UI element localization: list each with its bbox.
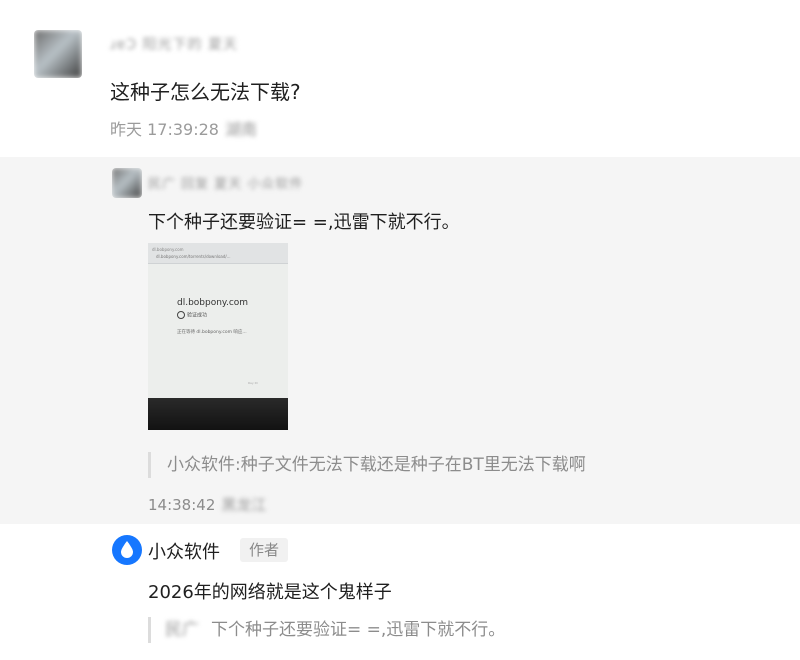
reply-location: 黑龙江	[221, 496, 267, 514]
comment-text: 这种子怎么无法下载?	[110, 80, 301, 104]
quote-author: 民广	[165, 620, 199, 640]
reply-image[interactable]: dl.bobpony.com dl.bobpony.com/torrents/d…	[148, 243, 288, 430]
photo-screen: dl.bobpony.com dl.bobpony.com/torrents/d…	[148, 243, 288, 398]
photo-browser-bar: dl.bobpony.com dl.bobpony.com/torrents/d…	[148, 243, 288, 264]
photo-check: 验证成功	[177, 311, 207, 319]
reply-meta: 14:38:42 黑龙江	[148, 494, 266, 515]
water-drop-icon	[121, 541, 133, 558]
photo-domain: dl.bobpony.com	[177, 298, 249, 308]
check-circle-icon	[177, 311, 185, 319]
author-reply-quote: 民广 下个种子还要验证= =,迅雷下就不行。	[148, 617, 505, 643]
quote-text: 下个种子还要验证= =,迅雷下就不行。	[211, 620, 506, 640]
reply-quote: 小众软件:种子文件无法下载还是种子在BT里无法下载啊	[148, 452, 586, 478]
reply-author-name[interactable]: 民广 回复 夏天 小众软件	[148, 173, 303, 192]
author-name[interactable]: 小众软件	[148, 538, 220, 564]
photo-url: dl.bobpony.com/torrents/download/...	[156, 254, 231, 259]
reply-avatar[interactable]	[112, 168, 142, 198]
author-reply-text: 2026年的网络就是这个鬼样子	[148, 582, 392, 603]
photo-description: 正在等待 dl.bobpony.com 响应...	[177, 330, 247, 335]
comment-time: 昨天 17:39:28	[110, 120, 219, 139]
reply-time: 14:38:42	[148, 496, 216, 514]
photo-check-label: 验证成功	[187, 312, 208, 319]
reply-text: 下个种子还要验证= =,迅雷下就不行。	[148, 212, 460, 233]
author-badge: 作者	[240, 538, 289, 562]
photo-footer: Ray ID	[248, 381, 258, 385]
author-avatar[interactable]	[112, 535, 142, 565]
photo-tab-title: dl.bobpony.com	[152, 247, 184, 252]
avatar[interactable]	[34, 30, 82, 78]
comment-location: 湖南	[224, 120, 257, 139]
photo-desk	[148, 398, 288, 430]
comment-meta: 昨天 17:39:28 湖南	[110, 116, 257, 140]
comment-author-name[interactable]: ɹɐϽ 阳光下的 夏天	[110, 34, 238, 54]
